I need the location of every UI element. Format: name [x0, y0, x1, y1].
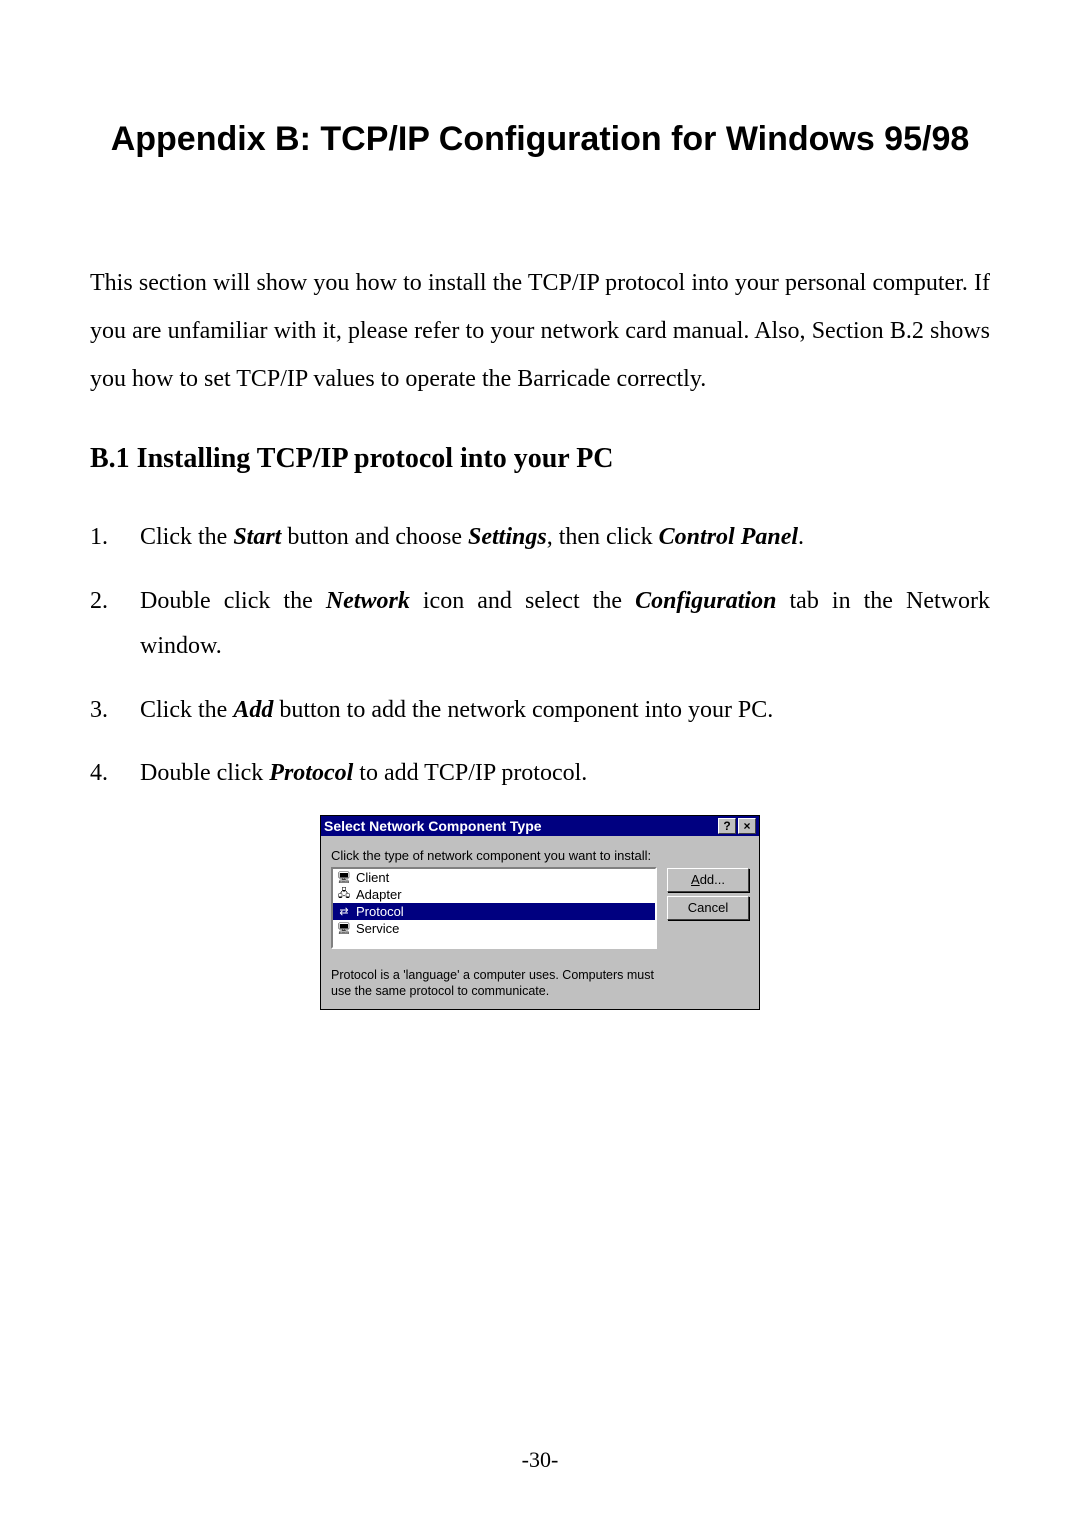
list-item-service[interactable]: 🖥 Service — [333, 920, 655, 937]
select-network-component-dialog: Select Network Component Type ? × Click … — [320, 815, 760, 1011]
start-label: Start — [233, 524, 281, 550]
step-text: , then click — [547, 524, 659, 550]
step-text: Double click the — [140, 588, 326, 614]
list-item-client[interactable]: 🖥 Client — [333, 869, 655, 886]
list-item-adapter[interactable]: 🖧 Adapter — [333, 886, 655, 903]
dialog-prompt: Click the type of network component you … — [331, 848, 657, 863]
step-text: Click the — [140, 697, 233, 723]
dialog-description: Protocol is a 'language' a computer uses… — [331, 967, 657, 1000]
dialog-titlebar: Select Network Component Type ? × — [321, 816, 759, 836]
step-text: Double click — [140, 760, 269, 786]
list-item-label: Protocol — [356, 904, 404, 919]
protocol-icon: ⇄ — [336, 904, 352, 918]
intro-paragraph: This section will show you how to instal… — [90, 259, 990, 403]
steps-list: Click the Start button and choose Settin… — [90, 515, 990, 797]
step-text: button and choose — [281, 524, 468, 550]
section-heading: B.1 Installing TCP/IP protocol into your… — [90, 443, 990, 475]
step-text: . — [798, 524, 804, 550]
client-icon: 🖥 — [336, 870, 352, 884]
step-text: to add TCP/IP protocol. — [353, 760, 587, 786]
add-underline: A — [691, 872, 700, 887]
add-button[interactable]: Add... — [667, 868, 749, 892]
dialog-title-text: Select Network Component Type — [324, 818, 716, 834]
add-label: Add — [233, 697, 273, 723]
page-title: Appendix B: TCP/IP Configuration for Win… — [90, 120, 990, 159]
service-icon: 🖥 — [336, 921, 352, 935]
step-2: Double click the Network icon and select… — [90, 579, 990, 670]
protocol-label: Protocol — [269, 760, 353, 786]
control-panel-label: Control Panel — [659, 524, 798, 550]
network-label: Network — [326, 588, 410, 614]
cancel-button[interactable]: Cancel — [667, 896, 749, 920]
step-1: Click the Start button and choose Settin… — [90, 515, 990, 561]
step-text: button to add the network component into… — [273, 697, 773, 723]
list-item-label: Adapter — [356, 887, 402, 902]
list-item-label: Service — [356, 921, 399, 936]
step-text: icon and select the — [410, 588, 635, 614]
help-button[interactable]: ? — [718, 818, 736, 834]
configuration-label: Configuration — [635, 588, 776, 614]
adapter-icon: 🖧 — [336, 887, 352, 901]
settings-label: Settings — [468, 524, 547, 550]
list-item-protocol[interactable]: ⇄ Protocol — [333, 903, 655, 920]
step-3: Click the Add button to add the network … — [90, 688, 990, 734]
component-type-listbox[interactable]: 🖥 Client 🖧 Adapter ⇄ Protocol 🖥 Service — [331, 867, 657, 949]
page-number: -30- — [0, 1447, 1080, 1473]
step-4: Double click Protocol to add TCP/IP prot… — [90, 751, 990, 797]
close-button[interactable]: × — [738, 818, 756, 834]
list-item-label: Client — [356, 870, 389, 885]
step-text: Click the — [140, 524, 233, 550]
